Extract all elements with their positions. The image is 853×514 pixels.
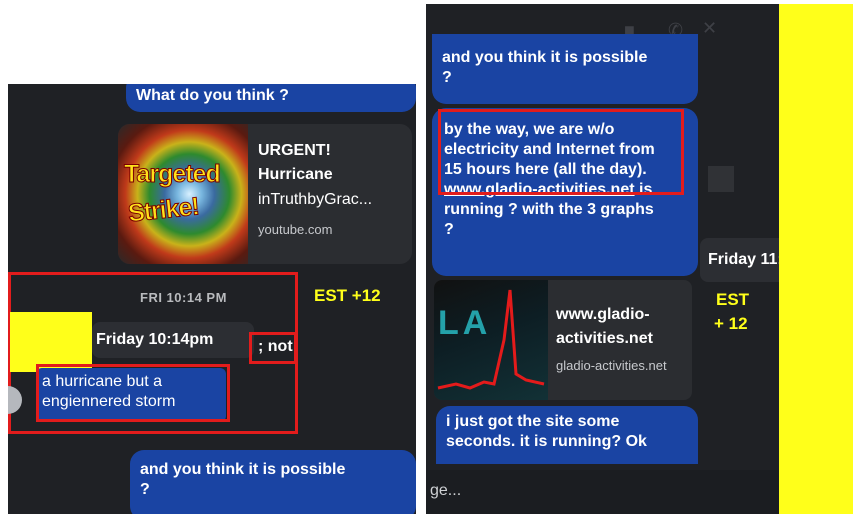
message-text-line2: ? — [442, 69, 452, 86]
annotation-box-electricity — [438, 109, 684, 195]
message-text-line1: and you think it is possible — [442, 49, 648, 66]
link-domain: youtube.com — [258, 222, 333, 237]
est-offset-label: EST +12 — [314, 286, 381, 305]
time-separator: FRI 10:14 PM — [140, 290, 227, 305]
message-text: What do you think ? — [136, 87, 289, 104]
message-text-line6: ? — [444, 221, 454, 238]
thumbnail-text-strike: Strike! — [126, 192, 201, 228]
message-text-line2: seconds. it is running? Ok — [446, 433, 647, 450]
link-title-line1[interactable]: www.gladio- — [556, 304, 650, 325]
timestamp-tooltip: Friday 11:11pm — [700, 238, 779, 282]
left-chat-panel: What do you think ? Targeted Strike! URG… — [8, 84, 416, 514]
link-title-line1[interactable]: URGENT! — [258, 140, 331, 161]
thumbnail-text-targeted: Targeted — [124, 160, 222, 189]
message-bubble-site-running[interactable]: i just got the site some seconds. it is … — [436, 406, 698, 464]
partial-message-text: ; not — [258, 338, 293, 355]
est-offset-label-line1: EST — [716, 290, 750, 309]
right-chat-panel: ■ ✆ ✕ and you think it is possible ? by … — [426, 4, 779, 514]
youtube-link-card[interactable]: Targeted Strike! URGENT! Hurricane inTru… — [118, 124, 412, 264]
link-channel: inTruthbyGrac... — [258, 191, 373, 208]
message-input-placeholder: ge... — [430, 482, 462, 499]
message-bubble-possible[interactable]: and you think it is possible ? — [130, 450, 416, 514]
thumbnail-graph — [437, 289, 545, 390]
message-text-line1: and you think it is possible — [140, 461, 346, 478]
message-text-line5: running ? with the 3 graphs — [444, 201, 654, 218]
est-offset-label-line2: + 12 — [714, 314, 748, 333]
website-thumbnail[interactable]: LA — [434, 280, 548, 400]
website-link-card[interactable]: LA www.gladio- activities.net gladio-act… — [434, 280, 692, 400]
message-bubble-what-do-you-think[interactable]: What do you think ? — [126, 84, 416, 112]
video-thumbnail[interactable]: Targeted Strike! — [118, 124, 248, 264]
annotation-box-storm — [36, 364, 230, 422]
link-title-line2[interactable]: Hurricane — [258, 164, 333, 185]
message-bubble-possible[interactable]: and you think it is possible ? — [432, 34, 698, 104]
message-input[interactable]: ge... — [426, 470, 779, 514]
scroll-placeholder — [708, 166, 734, 192]
redacted-yellow-strip — [779, 4, 853, 514]
timestamp-tooltip: Friday 10:14pm — [92, 322, 254, 358]
message-text-line2: ? — [140, 481, 150, 498]
message-text-line1: i just got the site some — [446, 413, 620, 430]
tooltip-text: Friday 10:14pm — [96, 331, 214, 348]
tooltip-text: Friday 11:11pm — [708, 251, 779, 268]
close-icon[interactable]: ✕ — [702, 18, 717, 39]
link-title-line2[interactable]: activities.net — [556, 328, 653, 349]
redacted-yellow-block — [10, 312, 92, 372]
link-domain: gladio-activities.net — [556, 358, 667, 373]
